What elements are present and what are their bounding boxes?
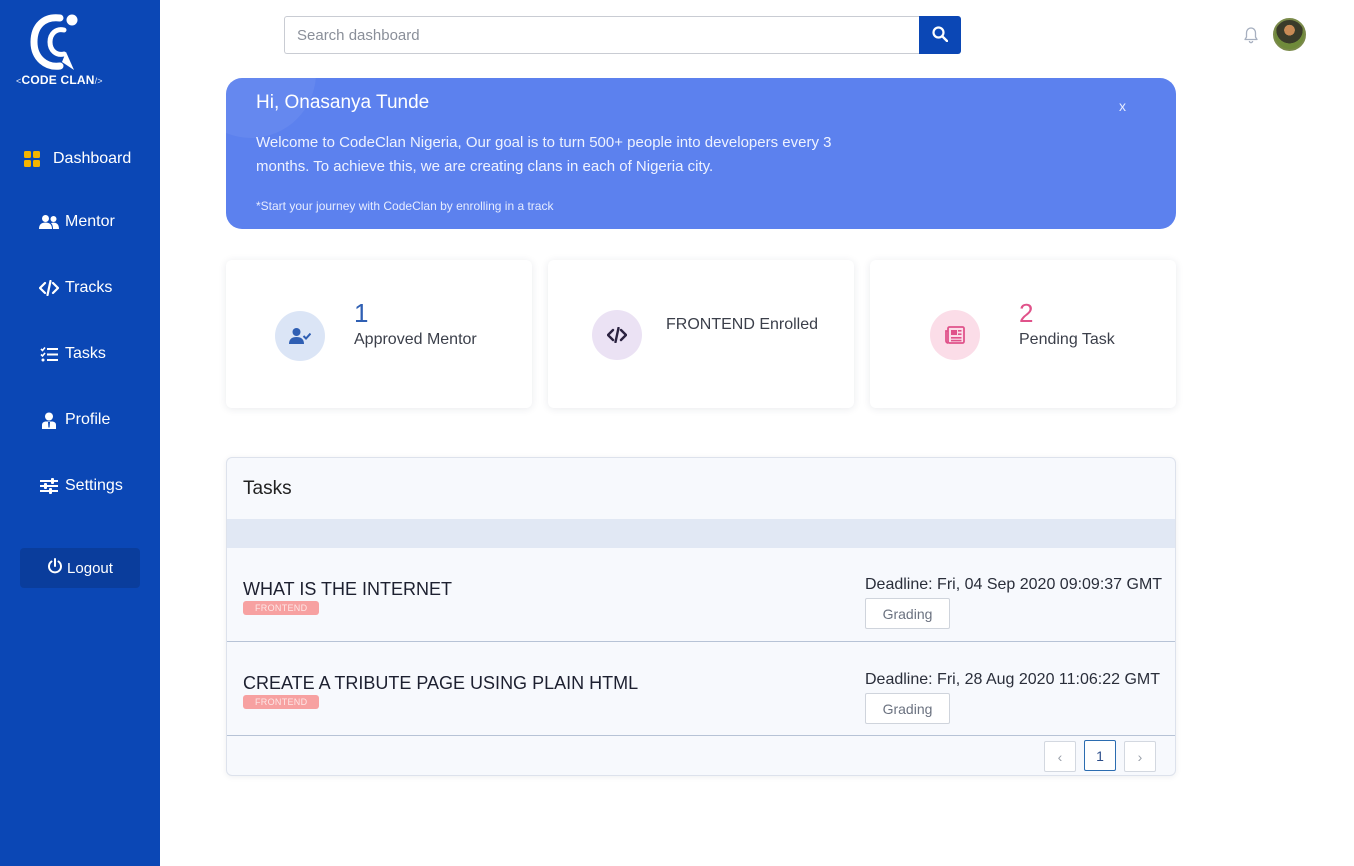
pagination-prev-button[interactable]: ‹ [1044, 741, 1076, 772]
banner-title: Hi, Onasanya Tunde [256, 92, 430, 113]
sidebar-item-label: Tasks [65, 345, 106, 362]
pagination-page-1[interactable]: 1 [1084, 740, 1116, 771]
brand-bracket-right: /> [94, 76, 103, 86]
power-icon [47, 558, 63, 578]
sidebar-item-label: Profile [65, 411, 111, 428]
sidebar-item-label: Mentor [65, 213, 115, 230]
bell-icon[interactable] [1243, 26, 1259, 44]
stat-card-pending-task: 2 Pending Task [870, 260, 1176, 408]
table-row[interactable]: WHAT IS THE INTERNET FRONTEND Deadline: … [227, 548, 1175, 642]
close-banner-button[interactable]: x [1119, 98, 1126, 114]
sidebar-item-settings[interactable]: Settings [39, 475, 123, 497]
track-tag: FRONTEND [243, 695, 320, 709]
users-icon [39, 213, 59, 231]
sidebar-item-tracks[interactable]: Tracks [39, 277, 112, 299]
sidebar-item-tasks[interactable]: Tasks [39, 343, 106, 365]
stat-card-approved-mentor: 1 Approved Mentor [226, 260, 532, 408]
logout-button[interactable]: Logout [20, 548, 140, 588]
welcome-banner: Hi, Onasanya Tunde Welcome to CodeClan N… [226, 78, 1176, 229]
tasks-icon [39, 345, 59, 363]
grid-icon [22, 150, 42, 168]
pending-task-label: Pending Task [1019, 331, 1115, 348]
approved-mentor-label: Approved Mentor [354, 331, 477, 348]
tasks-title: Tasks [243, 478, 292, 499]
banner-note: *Start your journey with CodeClan by enr… [256, 199, 554, 213]
tasks-panel: Tasks WHAT IS THE INTERNET FRONTEND Dead… [226, 457, 1176, 776]
banner-message: Welcome to CodeClan Nigeria, Our goal is… [256, 134, 832, 175]
sidebar-item-label: Settings [65, 477, 123, 494]
grading-status-button[interactable]: Grading [865, 693, 950, 724]
enrolled-track-label: FRONTEND Enrolled [666, 316, 819, 333]
user-tie-icon [39, 411, 59, 429]
search-input[interactable] [284, 16, 919, 54]
sliders-icon [39, 477, 59, 495]
search-bar [284, 16, 961, 54]
logout-label: Logout [67, 559, 113, 577]
sidebar: <CODE CLAN/> Dashboard Mentor Tracks Tas… [0, 0, 160, 866]
newspaper-icon [930, 310, 980, 360]
code-icon [592, 310, 642, 360]
sidebar-item-mentor[interactable]: Mentor [39, 211, 115, 233]
tasks-header-strip [227, 519, 1175, 548]
task-title[interactable]: WHAT IS THE INTERNET [243, 579, 452, 600]
approved-mentor-count: 1 [354, 298, 369, 328]
track-tag: FRONTEND [243, 601, 320, 615]
grading-status-button[interactable]: Grading [865, 598, 950, 629]
sidebar-item-label: Tracks [65, 279, 113, 296]
avatar[interactable] [1273, 18, 1306, 51]
user-check-icon [275, 311, 325, 361]
task-deadline: Deadline: Fri, 04 Sep 2020 09:09:37 GMT [865, 576, 1163, 593]
sidebar-item-dashboard[interactable]: Dashboard [22, 148, 131, 170]
pagination-next-button[interactable]: › [1124, 741, 1156, 772]
task-title[interactable]: CREATE A TRIBUTE PAGE USING PLAIN HTML [243, 673, 638, 694]
search-icon [932, 25, 949, 45]
sidebar-item-label: Dashboard [53, 150, 132, 167]
brand-name: CODE CLAN [21, 73, 95, 87]
task-deadline: Deadline: Fri, 28 Aug 2020 11:06:22 GMT [865, 671, 1160, 688]
sidebar-item-profile[interactable]: Profile [39, 409, 110, 431]
table-row[interactable]: CREATE A TRIBUTE PAGE USING PLAIN HTML F… [227, 642, 1175, 736]
code-icon [39, 279, 59, 297]
stat-card-enrolled-track: FRONTEND Enrolled [548, 260, 854, 408]
brand-wordmark: <CODE CLAN/> [16, 73, 103, 87]
brand-bracket-left: < [16, 76, 22, 86]
search-button[interactable] [919, 16, 961, 54]
pending-task-count: 2 [1019, 298, 1034, 328]
